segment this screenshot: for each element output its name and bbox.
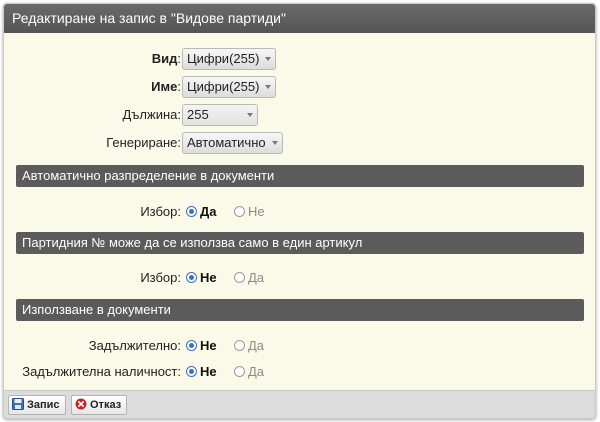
form-area: Вид: Цифри(255) Име: Цифри(255) Дължина: xyxy=(4,33,595,391)
field-label-generirane: Генериране: xyxy=(106,135,181,150)
radio-option-ne[interactable]: Не xyxy=(186,363,217,381)
generirane-select[interactable]: Автоматично xyxy=(182,132,283,154)
radio-unchecked-icon xyxy=(234,272,245,283)
radio-unchecked-icon xyxy=(234,366,245,377)
radio-row-mandatory-availability: Задължителна наличност: Не Да xyxy=(4,363,595,381)
field-row-vid: Вид: Цифри(255) xyxy=(4,48,595,70)
chevron-down-icon xyxy=(247,113,253,117)
dialog-toolbar: Запис Отказ xyxy=(4,390,595,418)
vid-select-value: Цифри(255) xyxy=(187,51,260,66)
radio-option-da[interactable]: Да xyxy=(234,363,264,381)
section-header-document-usage: Използване в документи xyxy=(16,299,584,321)
save-button[interactable]: Запис xyxy=(8,395,66,415)
radio-row-label: Задължително: xyxy=(88,338,181,353)
save-button-label: Запис xyxy=(27,399,60,411)
cancel-icon xyxy=(75,398,87,410)
field-label-ime: Име xyxy=(151,79,178,94)
duljina-select[interactable]: 255 xyxy=(182,104,258,126)
radio-option-ne[interactable]: Не xyxy=(186,269,217,287)
radio-checked-icon xyxy=(186,206,197,217)
radio-row-label: Задължителна наличност: xyxy=(22,364,181,379)
chevron-down-icon xyxy=(265,85,272,89)
radio-checked-icon xyxy=(186,340,197,351)
field-row-ime: Име: Цифри(255) xyxy=(4,76,595,98)
radio-row-mandatory: Задължително: Не Да xyxy=(4,337,595,355)
radio-row-single-article: Избор: Не Да xyxy=(4,269,595,287)
radio-checked-icon xyxy=(186,272,197,283)
section-header-single-article: Партидния № може да се използва само в е… xyxy=(16,232,584,254)
cancel-button-label: Отказ xyxy=(90,399,122,411)
radio-option-da[interactable]: Да xyxy=(234,269,264,287)
field-label-duljina: Дължина: xyxy=(122,107,182,122)
generirane-select-value: Автоматично xyxy=(187,135,266,150)
dialog-title: Редактиране на запис в "Видове партиди" xyxy=(4,4,595,33)
radio-unchecked-icon xyxy=(234,206,245,217)
chevron-down-icon xyxy=(271,141,278,145)
radio-row-auto-distribution: Избор: Да Не xyxy=(4,203,595,221)
edit-dialog: Редактиране на запис в "Видове партиди" … xyxy=(3,3,596,419)
radio-checked-icon xyxy=(186,366,197,377)
chevron-down-icon xyxy=(265,57,272,61)
radio-option-da[interactable]: Да xyxy=(186,203,217,221)
ime-select[interactable]: Цифри(255) xyxy=(182,76,277,98)
radio-unchecked-icon xyxy=(234,340,245,351)
radio-option-ne[interactable]: Не xyxy=(186,337,217,355)
radio-row-label: Избор: xyxy=(140,204,181,219)
section-header-auto-distribution: Автоматично разпределение в документи xyxy=(16,165,584,187)
field-label-vid: Вид xyxy=(151,51,178,66)
field-row-duljina: Дължина: 255 xyxy=(4,104,595,126)
field-row-generirane: Генериране: Автоматично xyxy=(4,132,595,154)
radio-row-label: Избор: xyxy=(140,270,181,285)
vid-select[interactable]: Цифри(255) xyxy=(182,48,277,70)
radio-option-ne[interactable]: Не xyxy=(234,203,265,221)
duljina-select-value: 255 xyxy=(187,107,209,122)
floppy-disk-icon xyxy=(12,398,24,410)
radio-option-da[interactable]: Да xyxy=(234,337,264,355)
ime-select-value: Цифри(255) xyxy=(187,79,260,94)
cancel-button[interactable]: Отказ xyxy=(71,395,128,415)
